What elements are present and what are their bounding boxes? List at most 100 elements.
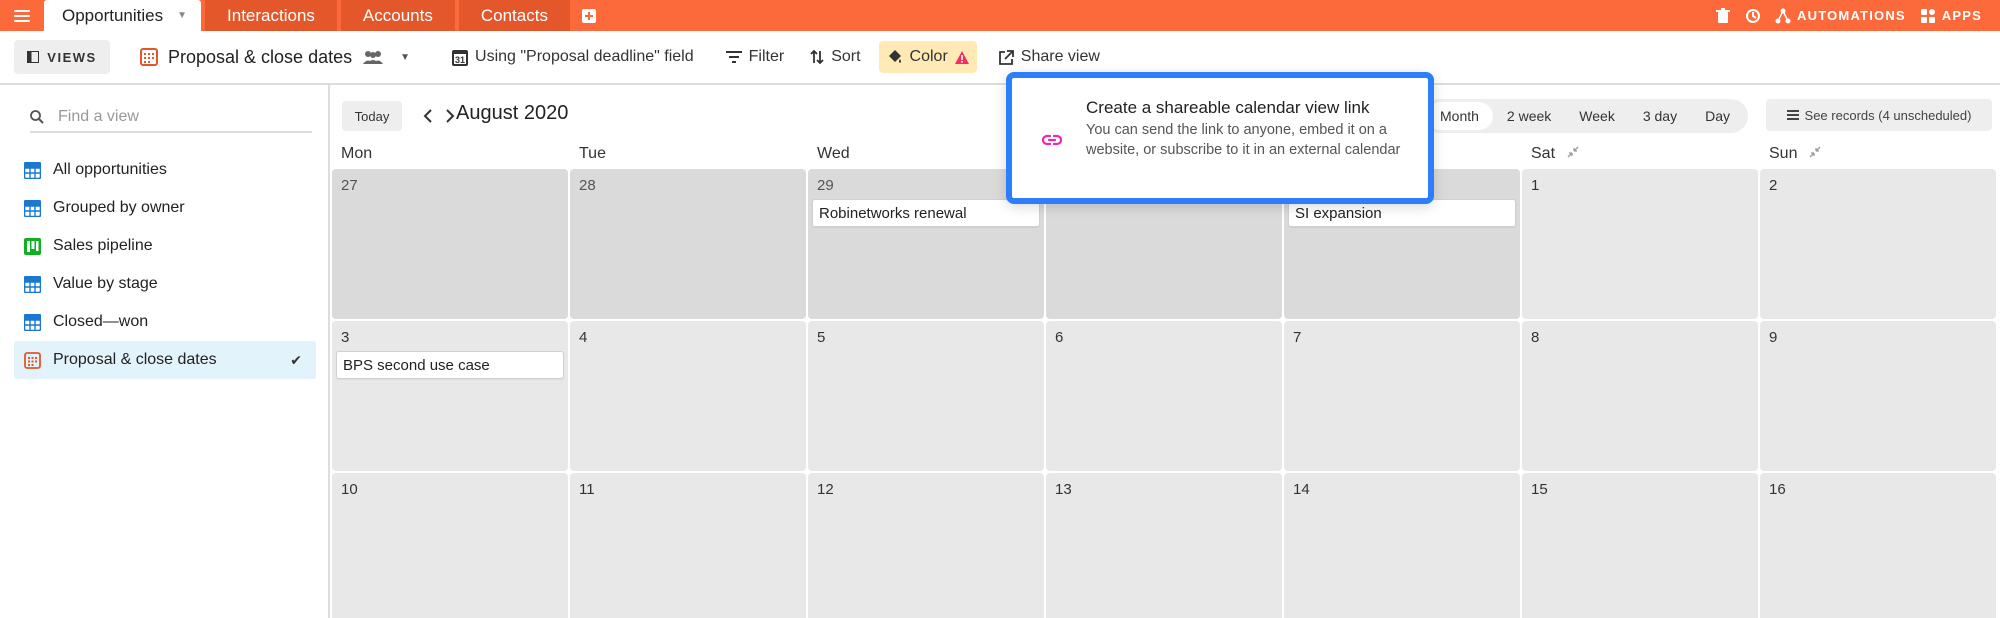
day-cell[interactable]: 11 <box>570 473 806 618</box>
see-records-label: See records (4 unscheduled) <box>1804 107 1972 123</box>
trash-icon[interactable] <box>1715 7 1731 24</box>
calendar-icon <box>24 351 41 369</box>
day-number: 28 <box>579 177 596 194</box>
tooltip-title: Create a shareable calendar view link <box>1086 98 1370 117</box>
sort-button[interactable]: Sort <box>802 41 868 73</box>
sidebar-item-closed-won[interactable]: Closed—won <box>14 303 316 341</box>
filter-button[interactable]: Filter <box>718 41 793 73</box>
tab-opportunities[interactable]: Opportunities ▼ <box>44 0 202 31</box>
sidebar-item-sales-pipeline[interactable]: Sales pipeline <box>14 227 316 265</box>
day-cell[interactable]: 28 <box>570 169 806 319</box>
checkmark-icon: ✔ <box>290 351 302 368</box>
grid-icon <box>24 313 41 331</box>
automations-button[interactable]: AUTOMATIONS <box>1775 8 1906 24</box>
day-cell[interactable]: 4 <box>570 321 806 471</box>
day-number: 27 <box>341 177 358 194</box>
view-toolbar: VIEWS Proposal & close dates ▼ 31 Using … <box>0 31 2000 85</box>
day-number: 2 <box>1769 177 1778 194</box>
day-cell[interactable]: 16 <box>1760 473 1996 618</box>
tab-label: Accounts <box>362 5 433 25</box>
weekday-label: Sun <box>1769 145 1821 163</box>
sidebar-item-proposal-close-dates[interactable]: Proposal & close dates ✔ <box>14 341 316 379</box>
day-cell[interactable]: 5 <box>808 321 1044 471</box>
day-cell[interactable]: 27 <box>332 169 568 319</box>
sidebar-item-all-opportunities[interactable]: All opportunities <box>14 151 316 189</box>
day-cell[interactable]: 9 <box>1760 321 1996 471</box>
sidebar-item-value-by-stage[interactable]: Value by stage <box>14 265 316 303</box>
apps-label: APPS <box>1941 8 1982 23</box>
day-cell[interactable]: 12 <box>808 473 1044 618</box>
range-day-button[interactable]: Day <box>1691 102 1744 130</box>
range-3-day-button[interactable]: 3 day <box>1629 102 1691 130</box>
sidebar-item-grouped-by-owner[interactable]: Grouped by owner <box>14 189 316 227</box>
day-cell[interactable]: 15 <box>1522 473 1758 618</box>
day-number: 9 <box>1769 329 1778 346</box>
kanban-icon <box>24 237 41 255</box>
collapse-icon[interactable] <box>1809 145 1821 163</box>
day-cell[interactable]: 13 <box>1046 473 1282 618</box>
view-name-dropdown[interactable]: Proposal & close dates ▼ <box>140 47 410 68</box>
automations-label: AUTOMATIONS <box>1797 8 1906 23</box>
tab-label: Interactions <box>227 5 315 25</box>
day-cell[interactable]: 14 <box>1284 473 1520 618</box>
date-field-button[interactable]: 31 Using "Proposal deadline" field <box>444 41 702 73</box>
sidebar-toggle-icon <box>27 51 40 63</box>
history-icon[interactable] <box>1745 8 1761 24</box>
paint-bucket-icon <box>888 50 901 63</box>
apps-button[interactable]: APPS <box>1920 8 1982 24</box>
range-2-week-button[interactable]: 2 week <box>1493 102 1565 130</box>
share-view-button[interactable]: Share view <box>991 41 1108 73</box>
svg-text:31: 31 <box>455 55 465 65</box>
chevron-down-icon: ▼ <box>400 51 411 63</box>
calendar-event[interactable]: Robinetworks renewal <box>812 199 1040 227</box>
chevron-left-icon <box>423 109 432 123</box>
link-icon <box>1042 134 1062 146</box>
color-button[interactable]: Color <box>878 41 977 73</box>
day-cell[interactable]: 6 <box>1046 321 1282 471</box>
today-button[interactable]: Today <box>342 101 402 131</box>
grid-icon <box>24 199 41 217</box>
weekday-text: Sat <box>1531 145 1556 162</box>
share-view-label: Share view <box>1020 48 1100 65</box>
add-table-button[interactable] <box>574 0 604 31</box>
day-number: 12 <box>817 481 834 498</box>
tab-contacts[interactable]: Contacts <box>458 0 570 31</box>
day-number: 6 <box>1055 329 1064 346</box>
see-records-button[interactable]: See records (4 unscheduled) <box>1766 99 1992 131</box>
collapse-icon[interactable] <box>1567 145 1579 163</box>
range-month-button[interactable]: Month <box>1426 102 1493 130</box>
collaborative-users-icon <box>363 51 384 64</box>
day-cell[interactable]: 3 BPS second use case <box>332 321 568 471</box>
day-number: 29 <box>817 177 834 194</box>
menu-button[interactable] <box>0 0 44 31</box>
calendar-event[interactable]: BPS second use case <box>336 351 564 379</box>
tab-interactions[interactable]: Interactions <box>205 0 337 31</box>
tab-accounts[interactable]: Accounts <box>340 0 455 31</box>
day-number: 10 <box>341 481 358 498</box>
sidebar-item-label: Proposal & close dates <box>53 351 217 368</box>
day-cell[interactable]: 1 <box>1522 169 1758 319</box>
share-link-tooltip: Create a shareable calendar view link Yo… <box>1006 72 1434 204</box>
day-number: 3 <box>341 329 350 346</box>
month-grid: 272829Robinetworks renewal3031SI expansi… <box>332 169 2000 618</box>
day-cell[interactable]: 8 <box>1522 321 1758 471</box>
day-cell[interactable]: 10 <box>332 473 568 618</box>
range-week-button[interactable]: Week <box>1565 102 1629 130</box>
views-toggle-button[interactable]: VIEWS <box>14 40 110 74</box>
grid-icon <box>24 275 41 293</box>
tab-label: Contacts <box>480 5 548 25</box>
search-icon <box>30 110 44 124</box>
range-selector: Month 2 week Week 3 day Day <box>1422 99 1748 133</box>
previous-month-button[interactable] <box>418 103 438 129</box>
find-view-input[interactable] <box>58 108 298 126</box>
sidebar-item-label: Sales pipeline <box>53 237 153 254</box>
sort-label: Sort <box>831 48 861 65</box>
day-cell[interactable]: 7 <box>1284 321 1520 471</box>
weekday-label: Tue <box>579 145 606 163</box>
automations-icon <box>1775 8 1791 23</box>
day-number: 11 <box>579 481 595 498</box>
day-cell[interactable]: 2 <box>1760 169 1996 319</box>
sort-icon <box>810 50 824 64</box>
chevron-down-icon[interactable]: ▼ <box>177 10 187 21</box>
top-right-actions: AUTOMATIONS APPS <box>1715 0 1982 31</box>
